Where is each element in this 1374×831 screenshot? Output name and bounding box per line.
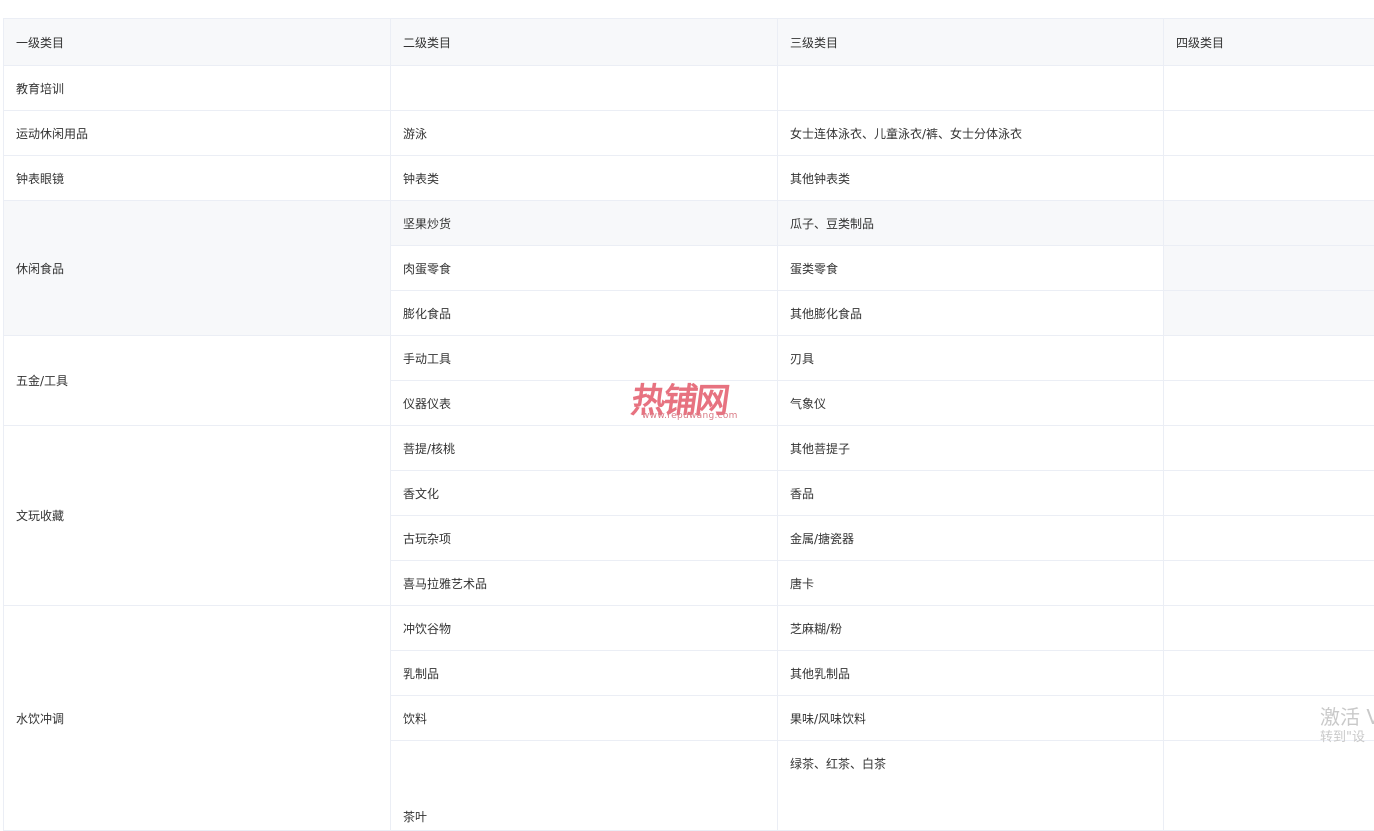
level4-cell [1164, 291, 1374, 336]
level3-cell: 瓜子、豆类制品 [778, 201, 1164, 246]
level3-cell: 绿茶、红茶、白茶 [778, 741, 1164, 831]
level3-cell: 女士连体泳衣、儿童泳衣/裤、女士分体泳衣 [778, 111, 1164, 156]
level1-cell: 运动休闲用品 [4, 111, 391, 156]
level4-cell [1164, 111, 1374, 156]
level2-cell: 香文化 [391, 471, 778, 516]
level2-cell: 茶叶 [391, 741, 778, 831]
level2-cell: 游泳 [391, 111, 778, 156]
table-header-row: 一级类目 二级类目 三级类目 四级类目 [4, 19, 1374, 66]
level1-cell: 水饮冲调 [4, 606, 391, 831]
level1-cell: 教育培训 [4, 66, 391, 111]
level3-cell: 气象仪 [778, 381, 1164, 426]
level4-cell [1164, 741, 1374, 831]
level3-cell [778, 66, 1164, 111]
level1-cell: 休闲食品 [4, 201, 391, 336]
table-row: 运动休闲用品 游泳 女士连体泳衣、儿童泳衣/裤、女士分体泳衣 [4, 111, 1374, 156]
level4-cell [1164, 246, 1374, 291]
level1-cell: 文玩收藏 [4, 426, 391, 606]
header-level3: 三级类目 [778, 19, 1164, 66]
level2-cell-text: 茶叶 [403, 804, 765, 830]
level4-cell [1164, 381, 1374, 426]
level3-cell: 果味/风味饮料 [778, 696, 1164, 741]
table-row: 水饮冲调 冲饮谷物 芝麻糊/粉 [4, 606, 1374, 651]
table-row: 钟表眼镜 钟表类 其他钟表类 [4, 156, 1374, 201]
level2-cell: 仪器仪表 [391, 381, 778, 426]
level3-cell: 刃具 [778, 336, 1164, 381]
level2-cell: 乳制品 [391, 651, 778, 696]
level4-cell [1164, 471, 1374, 516]
level2-cell: 菩提/核桃 [391, 426, 778, 471]
level2-cell: 喜马拉雅艺术品 [391, 561, 778, 606]
level3-cell: 唐卡 [778, 561, 1164, 606]
header-level2: 二级类目 [391, 19, 778, 66]
level2-cell: 钟表类 [391, 156, 778, 201]
level2-cell [391, 66, 778, 111]
level1-cell: 钟表眼镜 [4, 156, 391, 201]
level4-cell [1164, 426, 1374, 471]
level3-cell: 芝麻糊/粉 [778, 606, 1164, 651]
level2-cell: 肉蛋零食 [391, 246, 778, 291]
level3-cell: 蛋类零食 [778, 246, 1164, 291]
level3-cell: 其他菩提子 [778, 426, 1164, 471]
table-row: 休闲食品 坚果炒货 瓜子、豆类制品 [4, 201, 1374, 246]
table-row: 文玩收藏 菩提/核桃 其他菩提子 [4, 426, 1374, 471]
header-level4: 四级类目 [1164, 19, 1374, 66]
header-level1: 一级类目 [4, 19, 391, 66]
category-table: 一级类目 二级类目 三级类目 四级类目 教育培训 运动休闲用品 游泳 女士连体泳… [3, 18, 1374, 831]
level2-cell: 坚果炒货 [391, 201, 778, 246]
level2-cell: 古玩杂项 [391, 516, 778, 561]
level4-cell [1164, 561, 1374, 606]
level3-cell: 其他膨化食品 [778, 291, 1164, 336]
table-row: 教育培训 [4, 66, 1374, 111]
level4-cell [1164, 201, 1374, 246]
level3-cell: 其他钟表类 [778, 156, 1164, 201]
level3-cell: 金属/搪瓷器 [778, 516, 1164, 561]
level4-cell [1164, 606, 1374, 651]
level2-cell: 膨化食品 [391, 291, 778, 336]
level4-cell [1164, 696, 1374, 741]
level2-cell: 饮料 [391, 696, 778, 741]
level3-cell: 香品 [778, 471, 1164, 516]
level2-cell: 冲饮谷物 [391, 606, 778, 651]
level2-cell: 手动工具 [391, 336, 778, 381]
level4-cell [1164, 66, 1374, 111]
level4-cell [1164, 156, 1374, 201]
level4-cell [1164, 651, 1374, 696]
level4-cell [1164, 336, 1374, 381]
level3-cell: 其他乳制品 [778, 651, 1164, 696]
level1-cell: 五金/工具 [4, 336, 391, 426]
table-row: 五金/工具 手动工具 刃具 [4, 336, 1374, 381]
category-table-container: 一级类目 二级类目 三级类目 四级类目 教育培训 运动休闲用品 游泳 女士连体泳… [3, 18, 1374, 831]
level4-cell [1164, 516, 1374, 561]
